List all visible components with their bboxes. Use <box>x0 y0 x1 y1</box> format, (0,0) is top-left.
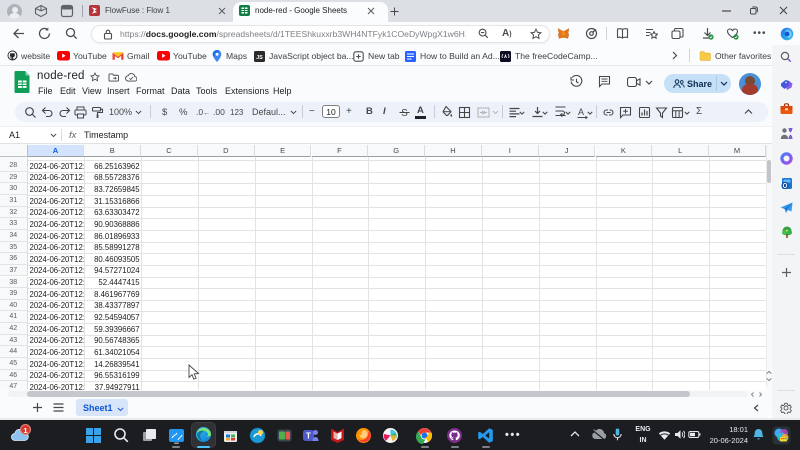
svg-text:S: S <box>401 108 408 119</box>
svg-text:T: T <box>306 432 311 441</box>
svg-text:A: A <box>578 107 584 117</box>
svg-text:JS: JS <box>256 55 263 61</box>
